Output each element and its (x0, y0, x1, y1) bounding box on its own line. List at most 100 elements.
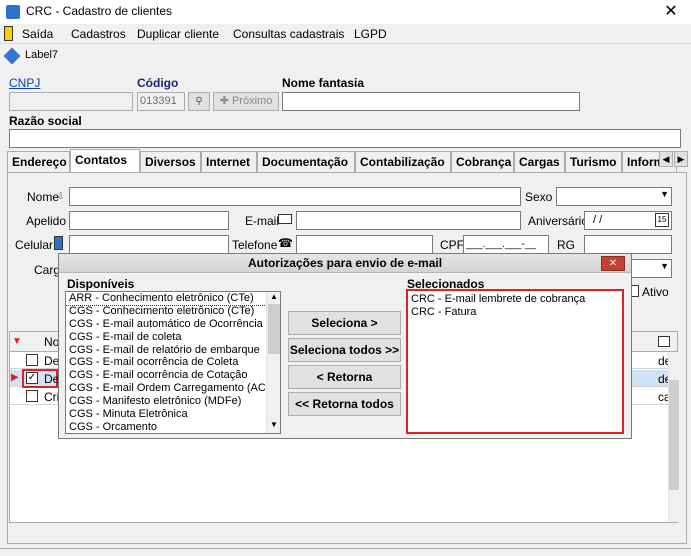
title-bar: CRC - Cadastro de clientes ✕ (0, 0, 691, 24)
celular-input[interactable] (69, 235, 229, 254)
menu-duplicar-cliente[interactable]: Duplicar cliente (137, 27, 219, 41)
selecionado-item[interactable]: CRC - E-mail lembrete de cobrança (408, 293, 618, 306)
cpf-label: CPF (440, 238, 464, 252)
calendar-icon[interactable]: 15 (655, 213, 669, 227)
codigo-input[interactable]: 013391 (137, 92, 185, 111)
tab-contabilizacao[interactable]: Contabilização (355, 151, 451, 172)
nome-input[interactable] (69, 187, 521, 206)
search-button[interactable]: ⚲ (188, 92, 210, 111)
window-close-icon[interactable]: ✕ (659, 0, 683, 24)
scroll-down-icon[interactable]: ▼ (270, 420, 278, 429)
tab-scroll-left-icon[interactable]: ◀ (659, 151, 673, 167)
window-title: CRC - Cadastro de clientes (26, 4, 173, 18)
sexo-label: Sexo (525, 190, 553, 204)
disponivel-item[interactable]: CGS - E-mail automático de Ocorrência (66, 318, 266, 331)
mobile-phone-icon (54, 236, 63, 250)
disponivel-item[interactable]: CGS - Orcamento (66, 421, 266, 433)
selecionados-list[interactable]: CRC - E-mail lembrete de cobrança CRC - F… (406, 289, 624, 434)
dialog-title: Autorizações para envio de e-mail (59, 254, 631, 273)
tab-cargas[interactable]: Cargas (514, 151, 565, 172)
tab-cobranca[interactable]: Cobrança (451, 151, 514, 172)
scroll-up-icon[interactable]: ▲ (270, 292, 278, 301)
plus-icon: ✚ (219, 95, 229, 107)
email-input[interactable] (296, 211, 521, 230)
aniversario-label: Aniversário (528, 214, 589, 228)
tab-documentacao[interactable]: Documentação (257, 151, 355, 172)
disponivel-item[interactable]: CGS - E-mail de coleta (66, 331, 266, 344)
disponivel-item[interactable]: CGS - E-mail ocorrência de Cotação (66, 369, 266, 382)
disponivel-item[interactable]: ARR - Conhecimento eletrônico (CTe) (66, 292, 267, 306)
nome-fantasia-label: Nome fantasia (282, 76, 365, 90)
nome-label: Nome (27, 190, 60, 204)
dialog-close-icon[interactable]: ✕ (601, 256, 625, 271)
sort-arrow-icon: ⇩ (57, 191, 65, 201)
proximo-button[interactable]: ✚ Próximo (213, 92, 279, 111)
seleciona-todos-button[interactable]: Seleciona todos >> (288, 338, 401, 362)
tab-turismo[interactable]: Turismo (565, 151, 622, 172)
cpf-input[interactable]: ___.___.___-__ (463, 235, 549, 254)
selecionado-item[interactable]: CRC - Fatura (408, 306, 618, 319)
label7: Label7 (25, 49, 59, 61)
celular-label: Celular (15, 238, 54, 252)
binoculars-icon: ⚲ (195, 96, 203, 107)
disponiveis-list[interactable]: ARR - Conhecimento eletrônico (CTe) CGS -… (65, 291, 281, 434)
disponivel-item[interactable]: CGS - E-mail de relatório de embarque (66, 344, 266, 357)
exit-icon[interactable] (4, 26, 13, 41)
disponivel-item[interactable]: CGS - Conhecimento eletrônico (CTe) (66, 305, 266, 318)
retorna-button[interactable]: < Retorna (288, 365, 401, 389)
retorna-todos-button[interactable]: << Retorna todos (288, 392, 401, 416)
chevron-down-icon[interactable]: ▼ (660, 189, 669, 199)
tab-endereco[interactable]: Endereço (7, 151, 70, 172)
proximo-label: Próximo (231, 95, 273, 107)
menu-consultas-cadastrais[interactable]: Consultas cadastrais (233, 27, 344, 41)
codigo-label: Código (137, 76, 179, 90)
telephone-icon: ☎ (278, 236, 293, 250)
menu-lgpd[interactable]: LGPD (354, 27, 387, 41)
selecionados-items: CRC - E-mail lembrete de cobrança CRC - F… (408, 293, 618, 319)
nome-fantasia-input[interactable] (282, 92, 580, 111)
row-checkbox[interactable] (26, 390, 38, 402)
sexo-select[interactable]: ▼ (556, 187, 672, 206)
cargo-select[interactable]: ▼ (630, 259, 672, 278)
grid-scrollbar[interactable] (668, 352, 679, 522)
menu-bar: Saída Cadastros Duplicar cliente Consult… (0, 24, 691, 44)
telefone-label: Telefone (232, 238, 278, 252)
tab-strip: Endereço Contatos Diversos Internet Docu… (7, 149, 691, 173)
disponivel-item[interactable]: CGS - E-mail Ordem Carregamento (ACT) (66, 382, 276, 395)
rg-label: RG (557, 238, 575, 252)
tab-diversos[interactable]: Diversos (140, 151, 201, 172)
seleciona-button[interactable]: Seleciona > (288, 311, 401, 335)
label7-icon (3, 47, 21, 65)
cnpj-label[interactable]: CNPJ (9, 76, 40, 90)
cnpj-input[interactable] (9, 92, 133, 111)
disponiveis-items: ARR - Conhecimento eletrônico (CTe) CGS -… (66, 292, 276, 433)
disponivel-item[interactable]: CGS - E-mail ocorrência de Coleta (66, 356, 266, 369)
disponivel-item[interactable]: CGS - Minuta Eletrônica (66, 408, 266, 421)
rg-input[interactable] (584, 235, 672, 254)
ativo-label: Ativo (642, 285, 669, 299)
disponiveis-label: Disponíveis (67, 277, 135, 291)
menu-saida[interactable]: Saída (22, 27, 53, 41)
scroll-thumb[interactable] (268, 304, 280, 354)
row-checkbox[interactable] (26, 354, 38, 366)
razao-social-label: Razão social (9, 114, 82, 128)
email-authorization-dialog: Autorizações para envio de e-mail ✕ Disp… (58, 253, 632, 439)
razao-social-input[interactable] (9, 129, 681, 148)
tab-internet[interactable]: Internet (201, 151, 257, 172)
tab-contatos[interactable]: Contatos (70, 149, 140, 173)
tab-scroll-right-icon[interactable]: ▶ (674, 151, 688, 167)
row-checkbox-checked[interactable]: ✓ (26, 372, 38, 384)
apelido-label: Apelido (26, 214, 67, 228)
bottom-line (0, 548, 691, 549)
chevron-down-icon[interactable]: ▼ (660, 261, 669, 271)
grid-scroll-thumb[interactable] (669, 380, 679, 490)
apelido-input[interactable] (69, 211, 229, 230)
disponivel-item[interactable]: CGS - Manifesto eletrônico (MDFe) (66, 395, 266, 408)
sort-desc-icon[interactable]: ▼ (12, 336, 22, 347)
disponiveis-scrollbar[interactable]: ▲ ▼ (266, 292, 280, 433)
app-icon (6, 5, 20, 19)
telefone-input[interactable] (296, 235, 433, 254)
grid-col-menu-icon[interactable] (658, 336, 670, 347)
menu-cadastros[interactable]: Cadastros (71, 27, 126, 41)
cargo-label: Carg (34, 263, 61, 277)
